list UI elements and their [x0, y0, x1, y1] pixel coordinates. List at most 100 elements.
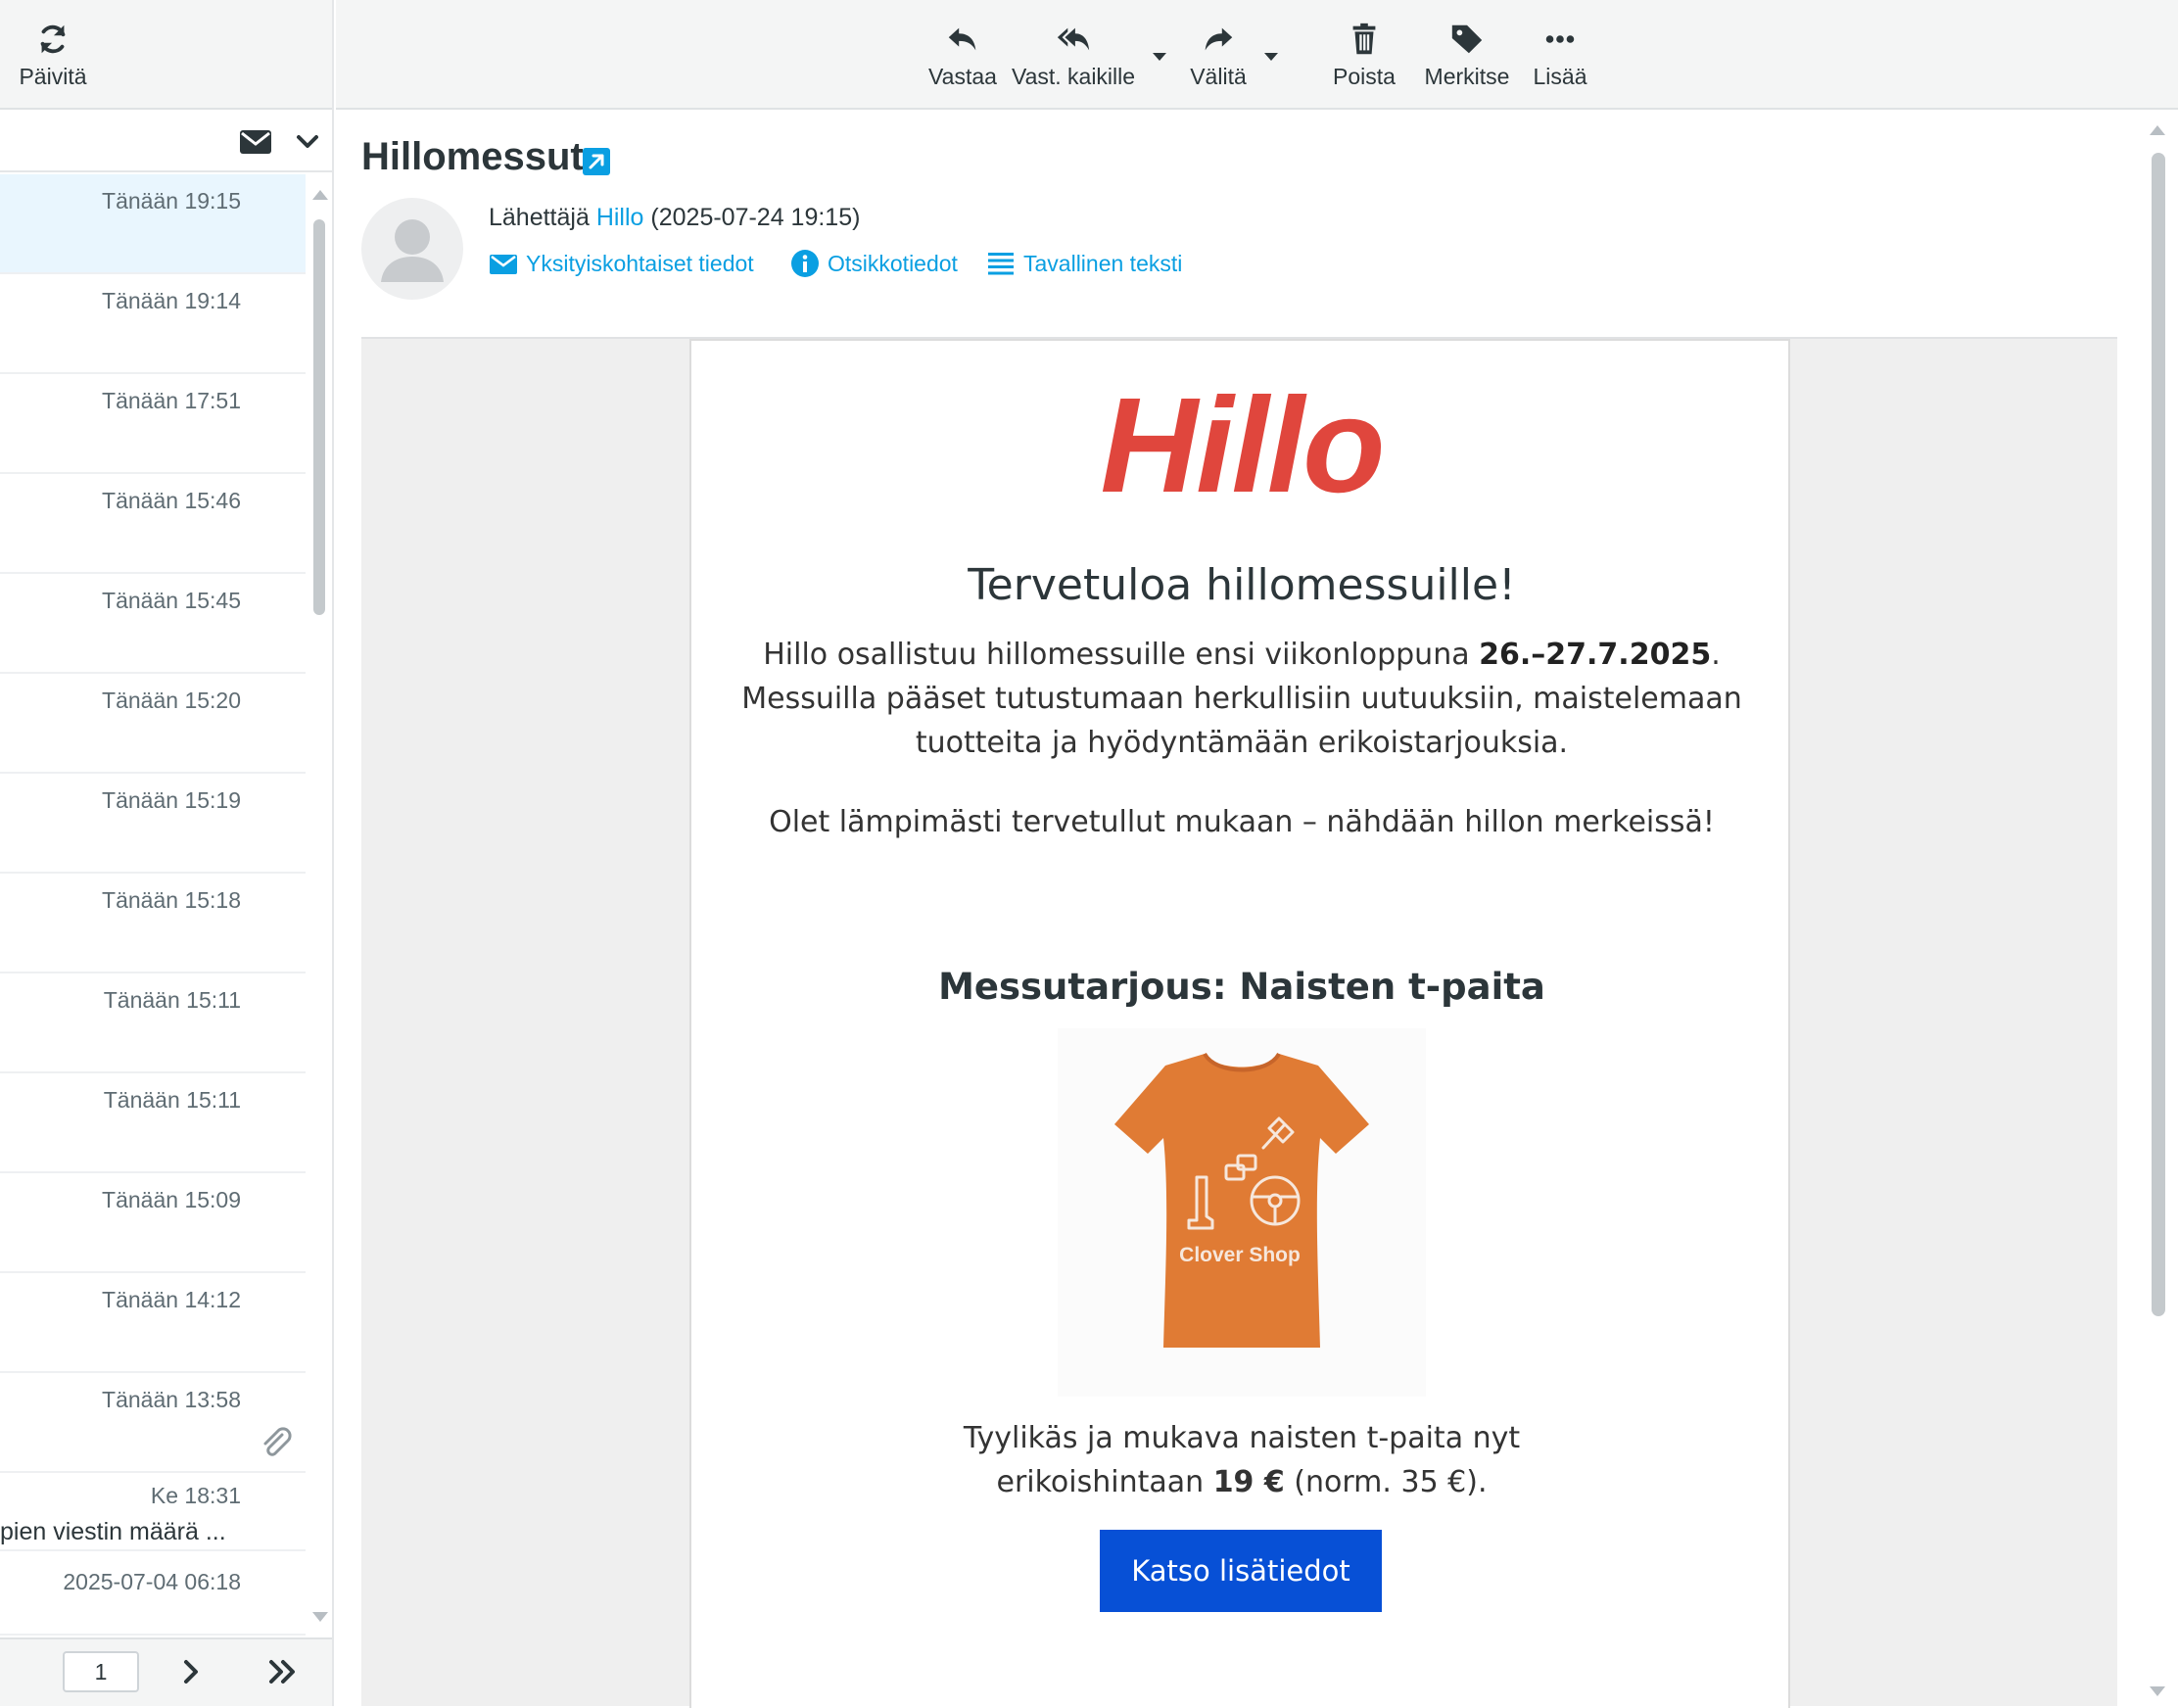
message-subject: Hillomessut [361, 135, 584, 178]
list-item[interactable]: Tänään 19:15 [0, 174, 306, 274]
list-item-time: Tänään 15:11 [103, 987, 241, 1013]
tshirt-product-image: Clover Shop [1058, 1028, 1426, 1397]
sender-line: Lähettäjä Hillo (2025-07-24 19:15) [489, 204, 860, 232]
refresh-icon [40, 24, 66, 53]
forward-label: Välitä [1190, 63, 1247, 89]
message-list-scrollbar[interactable] [309, 186, 329, 1628]
intro-text-1: Hillo osallistuu hillomessuille ensi vii… [763, 638, 1480, 672]
sender-prefix: Lähettäjä [489, 204, 590, 231]
forward-button[interactable]: Välitä [1174, 0, 1262, 110]
pager [0, 1637, 332, 1706]
scroll-down-arrow[interactable] [312, 1612, 328, 1622]
intro-dates: 26.–27.7.2025 [1479, 638, 1712, 672]
open-in-new-window-icon[interactable] [582, 147, 611, 176]
next-page-icon[interactable] [176, 1657, 206, 1686]
reply-all-button[interactable]: Vast. kaikille [1010, 0, 1137, 110]
sender-avatar [361, 198, 463, 300]
offer-description: Tyylikäs ja mukava naisten t-paita nyt e… [691, 1416, 1792, 1504]
email-body-frame: Hillo Tervetuloa hillomessuille! Hillo o… [361, 337, 2117, 1708]
list-item-time: Tänään 14:12 [102, 1287, 241, 1312]
more-icon [1545, 34, 1575, 43]
list-item[interactable]: Tänään 15:11 [0, 973, 306, 1073]
list-item[interactable]: Tänään 13:58 [0, 1373, 306, 1473]
sender-link[interactable]: Hillo [596, 204, 644, 231]
reply-icon [948, 27, 976, 50]
scroll-up-arrow[interactable] [2150, 125, 2165, 135]
list-item[interactable]: Tänään 17:51 [0, 374, 306, 474]
list-item-time: Ke 18:31 [150, 1483, 241, 1508]
list-item[interactable]: Tänään 15:46 [0, 474, 306, 574]
list-item-time: Tänään 15:19 [102, 787, 241, 813]
offer-desc-line-1: Tyylikäs ja mukava naisten t-paita nyt [963, 1421, 1521, 1455]
message-list: Tänään 19:15 Tänään 19:14 Tänään 17:51 T… [0, 174, 306, 1636]
list-item[interactable]: Tänään 15:09 [0, 1173, 306, 1273]
plain-text-link[interactable]: Tavallinen teksti [986, 249, 1182, 278]
privacy-details-label: Yksityiskohtaiset tiedot [526, 250, 754, 276]
page-number-input[interactable] [63, 1651, 139, 1692]
list-item-time: Tänään 15:09 [102, 1187, 241, 1212]
chevron-down-icon[interactable] [296, 130, 319, 154]
list-item-time: Tänään 17:51 [102, 388, 241, 413]
sender-date: (2025-07-24 19:15) [650, 204, 861, 231]
list-item-time: Tänään 15:45 [102, 588, 241, 613]
list-item-time: Tänään 13:58 [102, 1387, 241, 1412]
scrollbar-thumb[interactable] [313, 219, 325, 615]
list-item[interactable]: 2025-07-04 06:18 [0, 1551, 306, 1636]
offer-normal-price: (norm. 35 €). [1284, 1465, 1488, 1499]
privacy-details-link[interactable]: Yksityiskohtaiset tiedot [489, 249, 754, 278]
refresh-button[interactable]: Päivitä [8, 0, 98, 110]
list-item-time: 2025-07-04 06:18 [63, 1569, 241, 1594]
reply-all-icon [1057, 27, 1090, 50]
more-button[interactable]: Lisää [1519, 0, 1601, 110]
list-item[interactable]: Tänään 15:11 [0, 1073, 306, 1173]
tag-icon [1451, 24, 1483, 53]
message-list-panel: Päivitä Tänään 19:15 Tänään 19:14 Tänään… [0, 0, 334, 1706]
mail-icon[interactable] [239, 127, 272, 157]
list-item[interactable]: Tänään 15:18 [0, 874, 306, 973]
list-item[interactable]: Tänään 19:14 [0, 274, 306, 374]
delete-label: Poista [1333, 63, 1396, 89]
reply-button[interactable]: Vastaa [914, 0, 1012, 110]
offer-desc-line-2: erikoishintaan [996, 1465, 1213, 1499]
message-scrollbar[interactable] [2145, 118, 2170, 1706]
list-item-time: Tänään 15:11 [103, 1087, 241, 1113]
list-item[interactable]: Tänään 15:20 [0, 674, 306, 774]
scroll-up-arrow[interactable] [312, 190, 328, 200]
message-header: Hillomessut Lähettäjä Hillo (2025-07-24 … [336, 112, 2138, 337]
welcome-heading: Tervetuloa hillomessuille! [968, 560, 1516, 610]
plain-text-label: Tavallinen teksti [1023, 250, 1183, 276]
reply-label: Vastaa [928, 63, 997, 89]
forward-icon [1205, 27, 1233, 50]
list-item[interactable]: Tänään 15:45 [0, 574, 306, 674]
scrollbar-thumb[interactable] [2152, 153, 2165, 1316]
headers-link[interactable]: Otsikkotiedot [790, 249, 958, 278]
envelope-icon [490, 255, 517, 274]
lines-icon [988, 253, 1014, 275]
email-content: Hillo Tervetuloa hillomessuille! Hillo o… [689, 339, 1790, 1708]
message-toolbar: Vastaa Vast. kaikille Välitä Poista Merk… [336, 0, 2178, 110]
reply-all-label: Vast. kaikille [1011, 63, 1136, 89]
more-info-button[interactable]: Katso lisätiedot [1100, 1530, 1382, 1612]
welcome-paragraph: Olet lämpimästi tervetullut mukaan – näh… [769, 805, 1715, 839]
last-page-icon[interactable] [266, 1657, 300, 1686]
list-item-time: Tänään 19:14 [102, 288, 241, 313]
offer-heading: Messutarjous: Naisten t-paita [938, 966, 1545, 1008]
list-item[interactable]: Ke 18:31 pien viestin määrä ... [0, 1473, 306, 1551]
delete-button[interactable]: Poista [1315, 0, 1413, 110]
tshirt-print-text: Clover Shop [1179, 1244, 1301, 1266]
info-icon [791, 250, 819, 277]
scroll-down-arrow[interactable] [2150, 1686, 2165, 1696]
list-item[interactable]: Tänään 14:12 [0, 1273, 306, 1373]
reply-all-dropdown-caret[interactable] [1153, 53, 1166, 61]
list-item[interactable]: Tänään 15:19 [0, 774, 306, 874]
more-label: Lisää [1533, 63, 1587, 89]
hillo-logo: Hillo [1100, 370, 1386, 521]
headers-label: Otsikkotiedot [828, 250, 958, 276]
tshirt-illustration: Clover Shop [1114, 1052, 1369, 1348]
mark-button[interactable]: Merkitse [1413, 0, 1521, 110]
forward-dropdown-caret[interactable] [1264, 53, 1278, 61]
user-silhouette-icon [381, 219, 444, 282]
list-item-time: Tänään 15:46 [102, 488, 241, 513]
intro-paragraph: Hillo osallistuu hillomessuille ensi vii… [731, 633, 1753, 765]
left-toolbar: Päivitä [0, 0, 332, 110]
